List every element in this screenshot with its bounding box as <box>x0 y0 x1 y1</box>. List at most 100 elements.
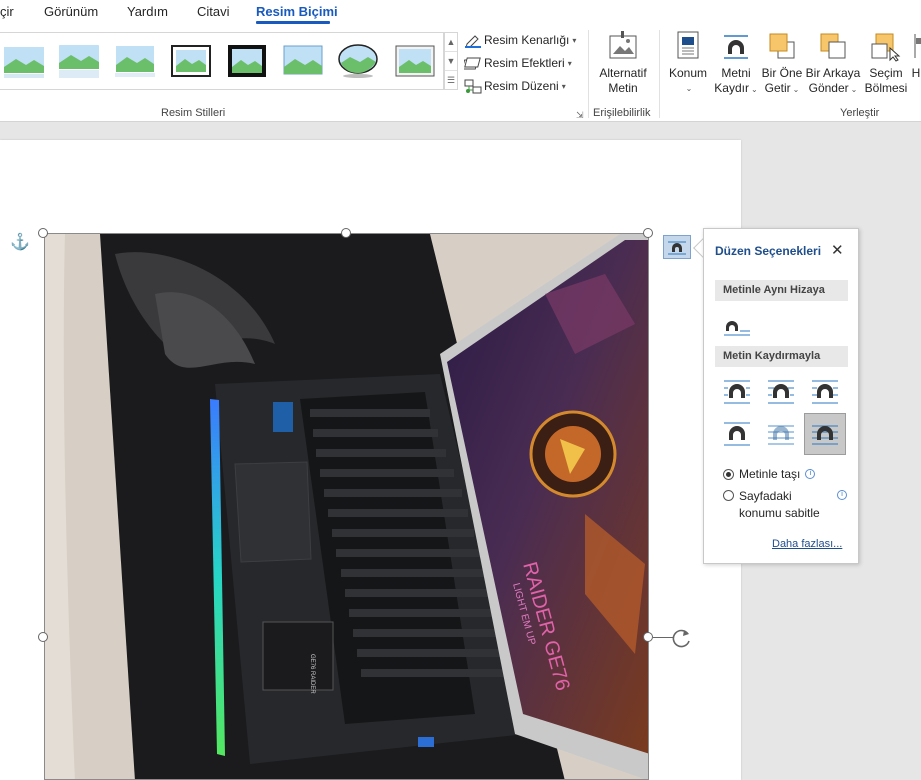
chevron-down-icon: ⌄ <box>850 85 858 94</box>
position-icon <box>672 30 704 62</box>
tab-view-partial[interactable]: çir <box>0 4 14 19</box>
picture-effects-button[interactable]: Resim Efektleri ▾ <box>464 53 572 73</box>
rotate-icon[interactable] <box>671 627 693 649</box>
pen-icon <box>465 35 481 48</box>
resize-handle-tl[interactable] <box>38 228 48 238</box>
picture-style-8[interactable] <box>395 43 435 79</box>
wrap-tight-option[interactable] <box>761 372 801 412</box>
more-options-link[interactable]: Daha fazlası... <box>772 538 842 550</box>
selection-pane-icon <box>870 30 902 62</box>
alt-text-icon <box>607 30 639 62</box>
picture-styles-gallery <box>0 32 444 90</box>
layout-options-button[interactable] <box>663 235 691 259</box>
ribbon-tabs: çir Görünüm Yardım Citavi Resim Biçimi <box>0 0 921 26</box>
chevron-down-icon: ▾ <box>561 81 566 91</box>
resize-handle-left[interactable] <box>38 632 48 642</box>
wrap-text-label-2: Kaydır <box>714 81 749 95</box>
radio-fix-indicator[interactable] <box>723 490 734 501</box>
tab-yardim[interactable]: Yardım <box>127 4 168 19</box>
wrap-square-option[interactable] <box>717 372 757 412</box>
wrap-top-bottom-option[interactable] <box>717 414 757 454</box>
tab-citavi[interactable]: Citavi <box>197 4 230 19</box>
wrap-through-option[interactable] <box>805 372 845 412</box>
picture-style-6[interactable] <box>283 43 323 79</box>
close-icon[interactable]: ✕ <box>831 241 844 259</box>
sticker-brand-text: GE76 RAIDER <box>309 654 315 694</box>
rotate-connector <box>653 637 673 638</box>
ribbon: ▲ ▼ ☰ Resim Kenarlığı ▾ Resim Efektleri ▾ … <box>0 26 921 122</box>
resize-handle-right[interactable] <box>643 632 653 642</box>
picture-style-1[interactable] <box>4 43 44 79</box>
accessibility-group-label: Erişilebilirlik <box>593 107 651 119</box>
picture-style-3[interactable] <box>115 43 155 79</box>
chevron-down-icon: ⌄ <box>792 85 800 94</box>
anchor-icon[interactable]: ⚓ <box>10 232 30 252</box>
send-backward-button[interactable]: Bir Arkaya Gönder ⌄ <box>805 30 861 97</box>
send-backward-label-2: Gönder <box>808 81 849 95</box>
wrap-text-label-1: Metni <box>721 66 751 80</box>
tab-gorunum[interactable]: Görünüm <box>44 4 98 19</box>
active-tab-indicator <box>256 21 330 24</box>
wrap-text-icon <box>720 30 752 62</box>
info-icon[interactable]: i <box>805 469 816 479</box>
chevron-down-icon: ⌄ <box>750 85 758 94</box>
picture-layout-label: Resim Düzeni <box>484 79 559 93</box>
gallery-down-icon[interactable]: ▼ <box>445 52 457 71</box>
group-separator <box>659 30 660 118</box>
resize-handle-top[interactable] <box>341 228 351 238</box>
dialog-launcher-icon[interactable]: ⇲ <box>576 110 586 120</box>
picture-style-7[interactable] <box>338 43 378 79</box>
arrange-group-label: Yerleştir <box>840 107 880 119</box>
info-icon[interactable]: i <box>837 490 847 500</box>
picture-layout-button[interactable]: Resim Düzeni ▾ <box>464 76 566 96</box>
section-inline: Metinle Aynı Hizaya <box>715 280 848 301</box>
selection-pane-button[interactable]: Seçim Bölmesi <box>864 30 908 96</box>
smartart-icon <box>464 79 482 94</box>
cutoff-label: H <box>911 66 921 80</box>
bring-forward-icon <box>766 30 798 62</box>
selected-picture[interactable]: GE76 RAIDER RAIDER GE76 LIGHT EM UP <box>44 233 649 780</box>
gallery-up-icon[interactable]: ▲ <box>445 33 457 52</box>
alt-text-label-2: Metin <box>608 81 638 95</box>
radio-fix-position[interactable]: Sayfadaki konumu sabitle i <box>723 488 849 522</box>
section-wrap: Metin Kaydırmayla <box>715 346 848 367</box>
bring-forward-button[interactable]: Bir Öne Getir ⌄ <box>761 30 803 97</box>
bring-forward-label-2: Getir <box>764 81 791 95</box>
picture-effects-label: Resim Efektleri <box>484 56 565 70</box>
layout-options-pane: Düzen Seçenekleri ✕ Metinle Aynı Hizaya … <box>703 228 859 564</box>
gallery-scroll: ▲ ▼ ☰ <box>444 32 458 90</box>
selection-pane-label-1: Seçim <box>869 66 903 80</box>
picture-style-2[interactable] <box>59 43 99 79</box>
chevron-down-icon: ⌄ <box>685 84 693 93</box>
effects-icon <box>464 57 481 70</box>
radio-move-label: Metinle taşı <box>739 467 801 481</box>
radio-move-indicator[interactable] <box>723 469 734 480</box>
pane-title: Düzen Seçenekleri <box>715 244 822 258</box>
bring-forward-label-1: Bir Öne <box>761 66 803 80</box>
picture-styles-group-label: Resim Stilleri <box>161 107 226 119</box>
chevron-down-icon: ▾ <box>572 35 577 45</box>
picture-border-button[interactable]: Resim Kenarlığı ▾ <box>464 30 576 50</box>
group-separator <box>588 30 589 118</box>
alt-text-button[interactable]: Alternatif Metin <box>598 30 648 96</box>
wrap-in-front-option[interactable] <box>804 413 846 455</box>
wrap-behind-text-option[interactable] <box>761 414 801 454</box>
wrap-inline-option[interactable] <box>717 307 757 347</box>
gallery-more-icon[interactable]: ☰ <box>445 71 457 90</box>
cutoff-button[interactable]: H <box>911 30 921 81</box>
selection-pane-label-2: Bölmesi <box>864 81 908 95</box>
resize-handle-tr[interactable] <box>643 228 653 238</box>
send-backward-icon <box>817 30 849 62</box>
picture-border-label: Resim Kenarlığı <box>484 33 570 47</box>
send-backward-label-1: Bir Arkaya <box>805 66 861 80</box>
position-label: Konum <box>668 66 708 80</box>
picture-style-5[interactable] <box>227 43 267 79</box>
laptop-photo: GE76 RAIDER RAIDER GE76 LIGHT EM UP <box>45 234 648 779</box>
position-button[interactable]: Konum ⌄ <box>668 30 708 96</box>
picture-style-4[interactable] <box>171 43 211 79</box>
wrap-icon <box>668 241 686 255</box>
chevron-down-icon: ▾ <box>567 58 572 68</box>
wrap-text-button[interactable]: Metni Kaydır ⌄ <box>713 30 759 97</box>
tab-resim-bicimi[interactable]: Resim Biçimi <box>256 4 338 19</box>
radio-move-with-text[interactable]: Metinle taşı i <box>723 467 816 481</box>
